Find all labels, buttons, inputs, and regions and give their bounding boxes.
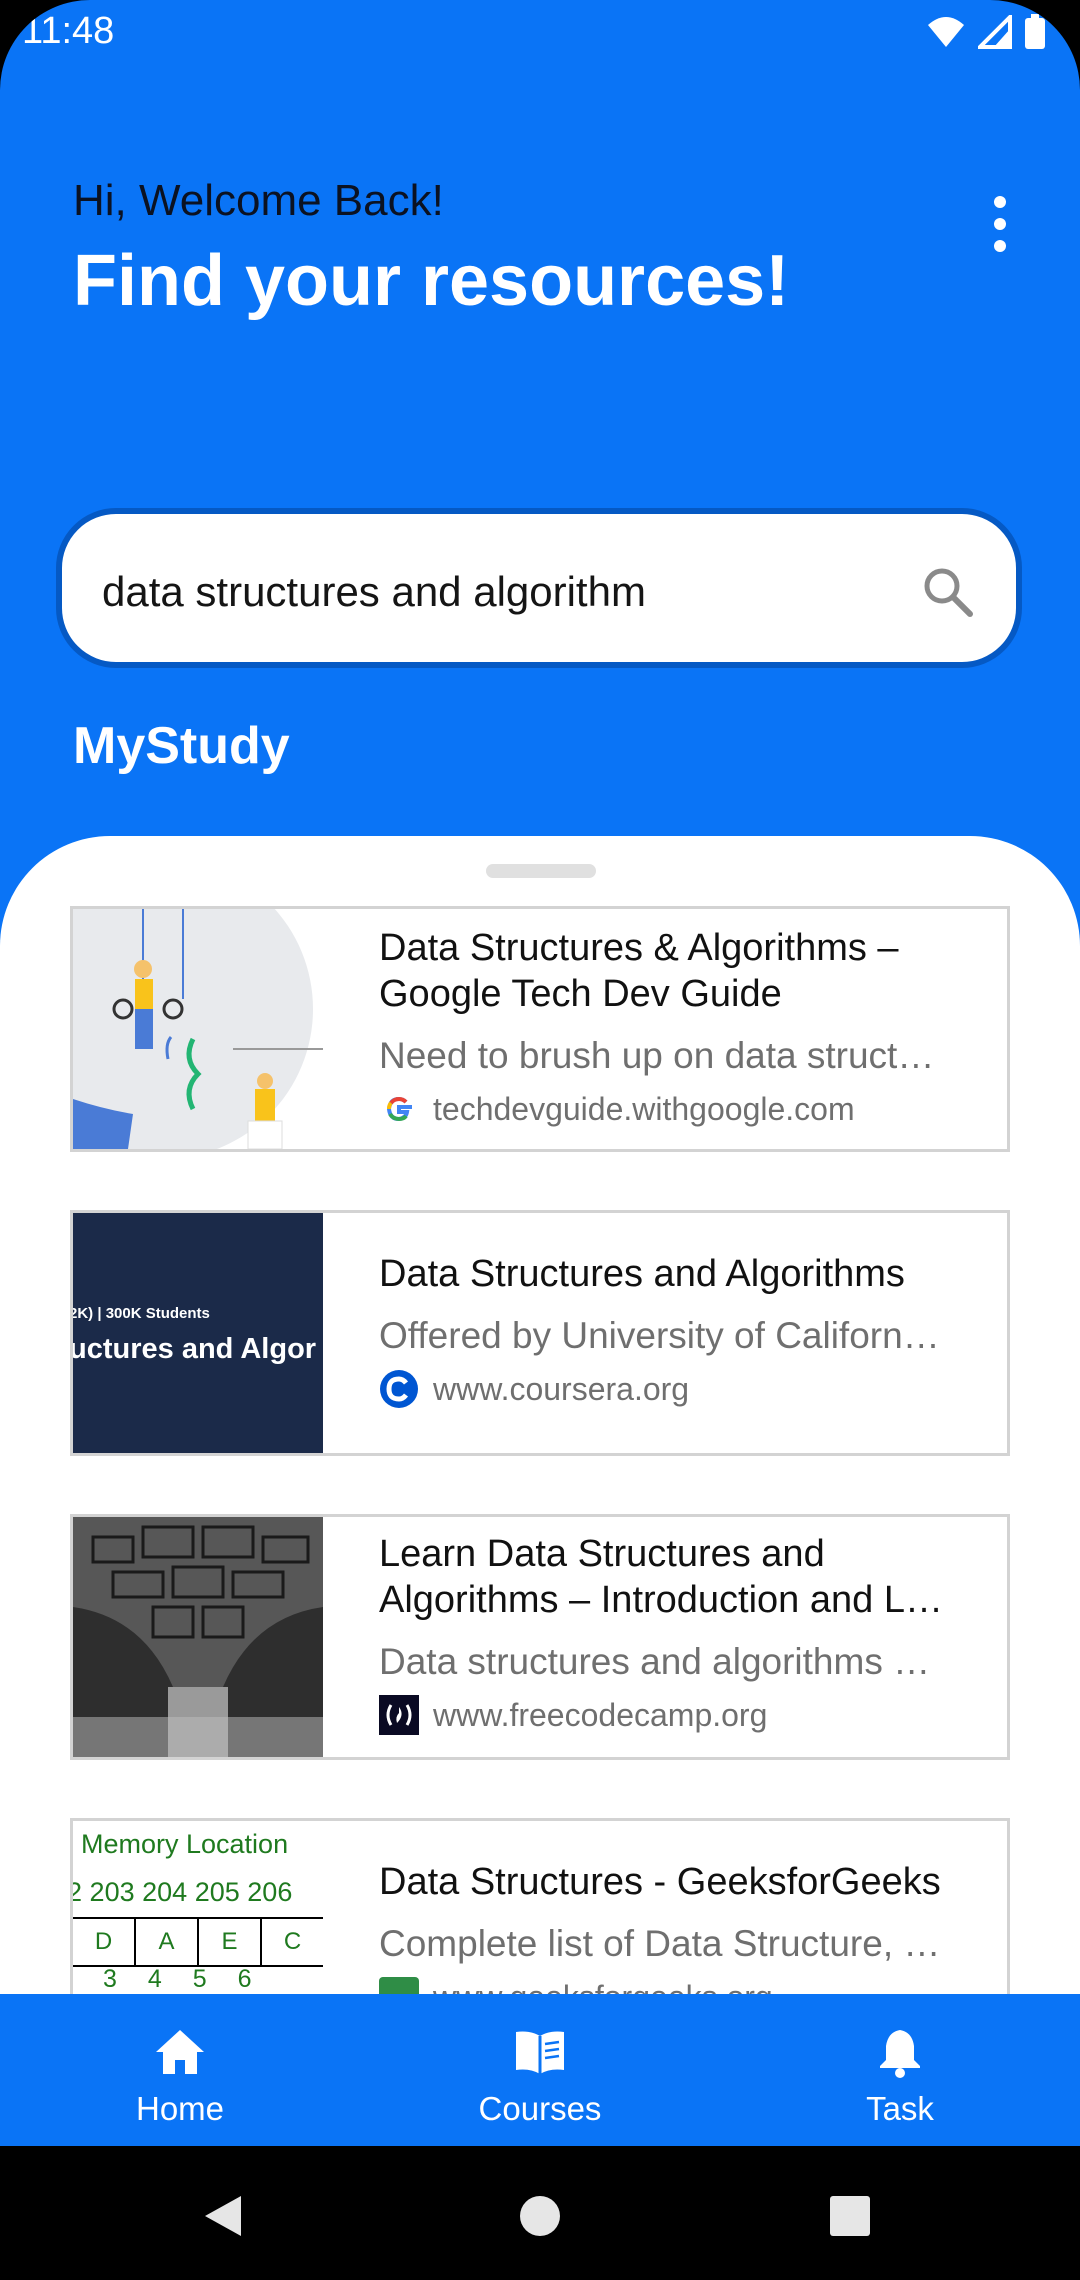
- drag-handle[interactable]: [486, 864, 596, 878]
- wifi-icon: [928, 17, 964, 47]
- status-icons: [926, 14, 1046, 50]
- thumbnail-title: uctures and Algor: [73, 1333, 317, 1365]
- nav-label-task: Task: [866, 2090, 934, 2127]
- thumbnail-heading: Memory Location: [81, 1829, 289, 1859]
- bottom-navigation: Home Courses Task: [0, 1994, 1080, 2146]
- result-description: Complete list of Data Structure, …: [379, 1923, 941, 1964]
- result-title: Data Structures & Algorithms – Google Te…: [379, 927, 899, 1015]
- nav-item-task[interactable]: Task: [780, 1994, 1020, 2146]
- result-source-url: www.freecodecamp.org: [433, 1696, 768, 1733]
- illustration-image: [73, 909, 323, 1149]
- system-navigation-bar: [0, 2146, 1080, 2280]
- result-card-body: Data Structures - GeeksforGeeks Complete…: [379, 1821, 957, 1996]
- result-thumbnail: Memory Location 2 203 204 205 206 D A E …: [73, 1821, 323, 1996]
- coursera-icon: [380, 1370, 418, 1408]
- thumbnail-array-cells: D A E C: [73, 1917, 323, 1967]
- bell-icon: [880, 2030, 920, 2078]
- status-time: 11:48: [22, 10, 115, 52]
- result-thumbnail: [73, 909, 323, 1149]
- home-circle-icon[interactable]: [518, 2194, 562, 2238]
- signal-icon: [978, 15, 1012, 49]
- battery-icon: [1025, 14, 1045, 49]
- result-description: Data structures and algorithms …: [379, 1641, 931, 1682]
- section-title: MyStudy: [73, 717, 290, 775]
- nav-label-courses: Courses: [478, 2090, 602, 2127]
- result-description: Offered by University of Californ…: [379, 1315, 940, 1356]
- result-card[interactable]: Memory Location 2 203 204 205 206 D A E …: [70, 1818, 1010, 1996]
- back-icon[interactable]: [203, 2194, 243, 2238]
- nav-label-home: Home: [135, 2090, 225, 2127]
- search-bar: [56, 508, 1022, 668]
- page-title: Find your resources!: [73, 241, 790, 321]
- thumbnail-addresses: 2 203 204 205 206: [73, 1877, 293, 1907]
- bridge-photo-image: [73, 1517, 323, 1757]
- result-source: www.coursera.org: [379, 1369, 957, 1409]
- thumbnail-caption: 2K) | 300K Students: [73, 1305, 210, 1322]
- more-vert-icon: [980, 196, 1020, 252]
- result-card[interactable]: Learn Data Structures and Algorithms – I…: [70, 1514, 1010, 1760]
- more-options-button[interactable]: [980, 196, 1020, 252]
- book-icon: [516, 2031, 564, 2074]
- freecodecamp-icon: [379, 1695, 419, 1735]
- nav-item-courses[interactable]: Courses: [420, 1994, 660, 2146]
- recents-icon[interactable]: [828, 2194, 872, 2238]
- result-description: Need to brush up on data struct…: [379, 1035, 935, 1076]
- results-sheet: Data Structures & Algorithms – Google Te…: [0, 836, 1080, 1996]
- result-source-url: techdevguide.withgoogle.com: [433, 1090, 855, 1127]
- result-card-body: Learn Data Structures and Algorithms – I…: [379, 1517, 957, 1735]
- search-icon[interactable]: [920, 564, 976, 620]
- app-screen: 11:48 Hi, Welcome Back! Find your resour…: [0, 0, 1080, 2280]
- greeting-text: Hi, Welcome Back!: [73, 176, 444, 225]
- result-title: Data Structures and Algorithms: [379, 1253, 905, 1295]
- home-icon: [156, 2030, 204, 2074]
- result-title: Learn Data Structures and Algorithms – I…: [379, 1533, 943, 1621]
- result-thumbnail: [73, 1517, 323, 1757]
- result-card-body: Data Structures & Algorithms – Google Te…: [379, 909, 957, 1129]
- result-source: www.freecodecamp.org: [379, 1695, 957, 1735]
- result-source: techdevguide.withgoogle.com: [379, 1089, 957, 1129]
- nav-item-home[interactable]: Home: [60, 1994, 300, 2146]
- result-source-url: www.coursera.org: [433, 1370, 690, 1407]
- google-icon: [386, 1096, 412, 1122]
- search-input[interactable]: [102, 562, 862, 622]
- result-title: Data Structures - GeeksforGeeks: [379, 1861, 941, 1903]
- result-thumbnail: 2K) | 300K Students uctures and Algor: [73, 1213, 323, 1453]
- thumbnail-indices: 3 4 5 6: [103, 1965, 252, 1993]
- result-card-body: Data Structures and Algorithms Offered b…: [379, 1213, 957, 1409]
- result-card[interactable]: 2K) | 300K Students uctures and Algor Da…: [70, 1210, 1010, 1456]
- status-bar: 11:48: [0, 0, 1080, 66]
- result-card[interactable]: Data Structures & Algorithms – Google Te…: [70, 906, 1010, 1152]
